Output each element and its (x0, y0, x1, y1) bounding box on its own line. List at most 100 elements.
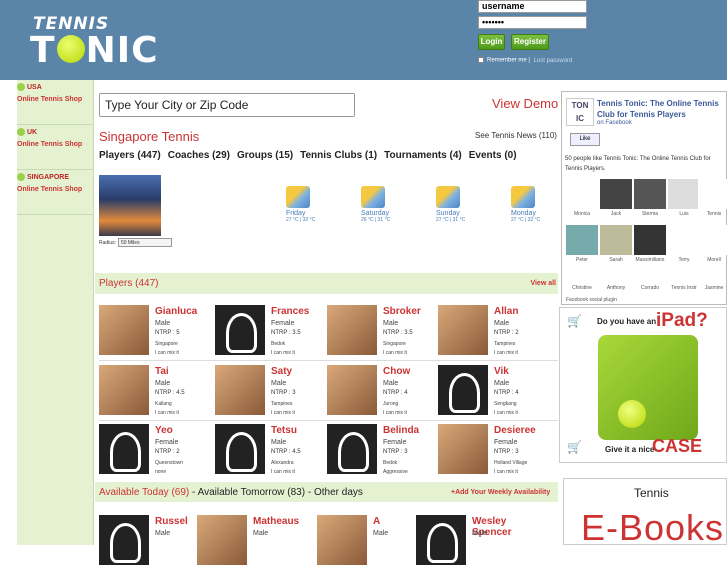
fb-fan[interactable]: Sterma (634, 179, 666, 217)
fb-fan[interactable]: Sarah (600, 225, 632, 263)
player-name[interactable]: Sbroker (383, 306, 421, 317)
player-card[interactable]: Yeo Female NTRP : 2 Queenstown none (99, 424, 210, 479)
player-card[interactable]: Saty Male NTRP : 3 Tampines I can mix it (215, 365, 326, 420)
player-card[interactable]: Sbroker Male NTRP : 3.5 Singapore I can mix … (327, 305, 438, 360)
fan-avatar[interactable] (698, 225, 727, 255)
lost-password-link[interactable]: Lost password (534, 58, 573, 64)
ipad-case-ad[interactable]: 🛒 Do you have an iPad? 🛒 Give it a nice … (559, 307, 727, 463)
player-card[interactable]: Tai Male NTRP : 4.5 Kallang I can mix it (99, 365, 210, 420)
fb-fan-name[interactable]: Corrado (634, 285, 666, 291)
tab-players[interactable]: Players (447) (99, 150, 161, 161)
player-avatar[interactable] (438, 365, 488, 415)
fan-avatar[interactable] (566, 179, 598, 209)
player-avatar[interactable] (327, 305, 377, 355)
tab-available-today[interactable]: Available Today (69) (99, 487, 189, 498)
available-player-card[interactable]: Russel Male (99, 515, 210, 570)
fan-avatar[interactable] (668, 179, 700, 209)
fan-avatar[interactable] (634, 179, 666, 209)
available-player-card[interactable]: A Male (317, 515, 428, 570)
available-player-card[interactable]: Wesley Spencer Male (416, 515, 527, 570)
available-player-card[interactable]: Matheaus Male (197, 515, 308, 570)
player-card[interactable]: Chow Male NTRP : 4 Jurong I can mix it (327, 365, 438, 420)
city-search-input[interactable]: Type Your City or Zip Code (99, 93, 355, 117)
player-avatar[interactable] (99, 424, 149, 474)
fb-fan-name[interactable]: Jasmine (698, 285, 727, 291)
player-name[interactable]: Saty (271, 366, 292, 377)
tab-groups[interactable]: Groups (15) (237, 150, 293, 161)
fan-avatar[interactable] (600, 225, 632, 255)
fb-fan[interactable]: Massimiliano (634, 225, 666, 263)
fb-fan-name[interactable]: Anthony (600, 285, 632, 291)
fb-fan-name[interactable]: Christine (566, 285, 598, 291)
username-field[interactable]: username (478, 0, 587, 13)
site-logo[interactable]: TENNIS T NIC (30, 14, 159, 69)
player-avatar[interactable] (215, 305, 265, 355)
player-avatar[interactable] (317, 515, 367, 565)
player-avatar[interactable] (99, 365, 149, 415)
fb-fan[interactable]: Morell (698, 225, 727, 263)
fan-avatar[interactable] (698, 179, 727, 209)
tab-tennis-clubs[interactable]: Tennis Clubs (1) (300, 150, 377, 161)
player-card[interactable]: Allan Male NTRP : 2 Tampines I can mix it (438, 305, 549, 360)
fan-avatar[interactable] (668, 225, 700, 255)
player-card[interactable]: Belinda Female NTRP : 3 Bedok Aggressive (327, 424, 438, 479)
player-card[interactable]: Tetsu Male NTRP : 4.5 Alexandra I can mix it (215, 424, 326, 479)
player-avatar[interactable] (215, 424, 265, 474)
fb-page-title[interactable]: Tennis Tonic: The Online Tennis Club for… (597, 98, 727, 120)
tab-available-tomorrow[interactable]: Available Tomorrow (83) (198, 487, 305, 498)
ebooks-ad[interactable]: Tennis E-Books (563, 478, 727, 548)
sidebar-item-uk[interactable]: UK Online Tennis Shop (17, 125, 93, 170)
tab-other-days[interactable]: Other days (314, 487, 363, 498)
fb-fan[interactable]: Jack (600, 179, 632, 217)
player-avatar[interactable] (416, 515, 466, 565)
player-avatar[interactable] (438, 305, 488, 355)
player-avatar[interactable] (197, 515, 247, 565)
register-button[interactable]: Register (511, 34, 549, 50)
remember-me[interactable]: Remember me | Lost password (478, 57, 572, 64)
player-avatar[interactable] (327, 424, 377, 474)
player-card[interactable]: Vik Male NTRP : 4 Sengkang I can mix it (438, 365, 549, 420)
player-name[interactable]: A (373, 516, 380, 527)
fb-like-button[interactable]: Like (570, 133, 600, 146)
view-demo-link[interactable]: View Demo (492, 96, 558, 111)
player-card[interactable]: Desieree Female NTRP : 3 Holland Village I c… (438, 424, 549, 479)
tab-events[interactable]: Events (0) (469, 150, 517, 161)
player-name[interactable]: Desieree (494, 425, 536, 436)
player-avatar[interactable] (327, 365, 377, 415)
player-name[interactable]: Belinda (383, 425, 419, 436)
sidebar-item-singapore[interactable]: SINGAPORE Online Tennis Shop (17, 170, 93, 215)
sidebar-item-usa[interactable]: USA Online Tennis Shop (17, 80, 93, 125)
player-name[interactable]: Allan (494, 306, 518, 317)
fb-fan[interactable]: Monica (566, 179, 598, 217)
radius-dropdown[interactable]: 50 Miles (117, 238, 172, 247)
player-name[interactable]: Matheaus (253, 516, 299, 527)
fan-avatar[interactable] (634, 225, 666, 255)
player-name[interactable]: Gianluca (155, 306, 197, 317)
player-avatar[interactable] (215, 365, 265, 415)
fan-avatar[interactable] (566, 225, 598, 255)
player-avatar[interactable] (438, 424, 488, 474)
player-name[interactable]: Frances (271, 306, 309, 317)
password-field[interactable]: ••••••• (478, 16, 587, 29)
player-name[interactable]: Chow (383, 366, 410, 377)
player-card[interactable]: Gianluca Male NTRP : 5 Singapore I can mix i… (99, 305, 210, 360)
player-avatar[interactable] (99, 305, 149, 355)
fb-fan[interactable]: Peter (566, 225, 598, 263)
player-card[interactable]: Frances Female NTRP : 3.5 Bedok I can mix it (215, 305, 326, 360)
view-all-link[interactable]: View all (530, 280, 556, 287)
remember-checkbox[interactable] (478, 57, 484, 63)
fb-fan[interactable]: Terry (668, 225, 700, 263)
tennis-tonic-logo[interactable]: TON IC (566, 98, 594, 126)
player-avatar[interactable] (99, 515, 149, 565)
tab-tournaments[interactable]: Tournaments (4) (384, 150, 462, 161)
fb-fan[interactable]: Tennis (698, 179, 727, 217)
tab-coaches[interactable]: Coaches (29) (168, 150, 230, 161)
player-name[interactable]: Vik (494, 366, 509, 377)
player-name[interactable]: Tetsu (271, 425, 297, 436)
tennis-news-link[interactable]: See Tennis News (110) (475, 131, 557, 140)
add-availability-link[interactable]: +Add Your Weekly Availability (451, 489, 550, 496)
login-button[interactable]: Login (478, 34, 505, 50)
players-section-title[interactable]: Players (447) (99, 278, 158, 289)
player-name[interactable]: Yeo (155, 425, 173, 436)
player-name[interactable]: Tai (155, 366, 169, 377)
